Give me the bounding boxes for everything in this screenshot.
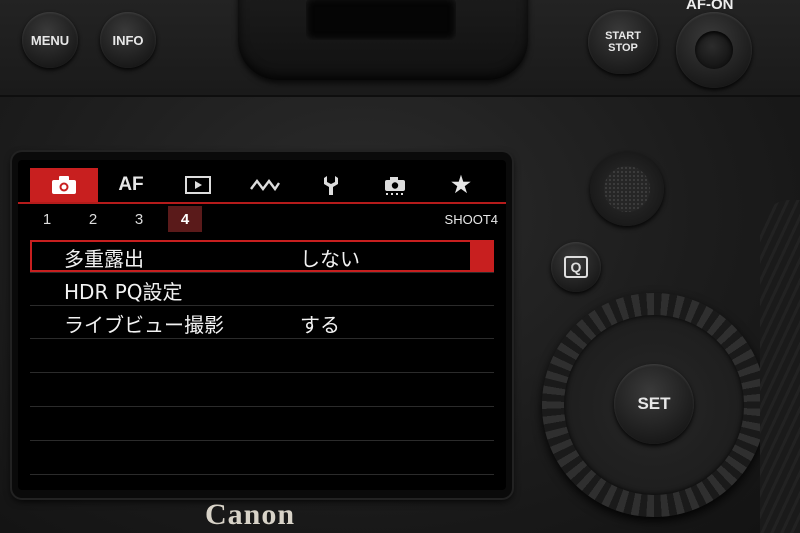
page-title: SHOOT4 [444,211,498,227]
custom-camera-icon [385,177,405,195]
wrench-icon [324,176,338,195]
start-stop-button[interactable]: START STOP [588,10,658,74]
menu-button[interactable]: MENU [22,12,78,68]
menu-empty-row [30,407,494,441]
af-on-label: AF-ON [686,0,734,13]
menu-empty-row [30,441,494,475]
page-4[interactable]: 4 [168,206,202,232]
viewfinder [238,0,528,80]
page-indicator: 1 2 3 4 SHOOT4 [18,206,506,232]
tab-af-label: AF [118,174,144,195]
menu-item-label: ライブビュー撮影 [64,313,224,337]
start-stop-label: START STOP [605,30,641,54]
viewfinder-glass [306,0,456,40]
wave-icon [250,179,280,192]
tab-playback[interactable] [173,168,223,202]
page-2[interactable]: 2 [76,206,110,232]
lcd-screen: AF ★ 1 2 3 4 SHOOT4 多重露出 しない HDR PQ設定 ライ… [18,160,506,490]
page-1[interactable]: 1 [30,206,64,232]
tab-network[interactable] [240,168,290,202]
menu-empty-row [30,373,494,407]
star-icon: ★ [451,172,471,197]
tab-setup[interactable] [306,168,356,202]
q-icon: Q [564,256,588,278]
camera-icon [52,176,76,194]
tab-shoot[interactable] [30,168,98,202]
tab-custom-functions[interactable] [370,168,420,202]
tab-af[interactable]: AF [106,168,156,202]
camera-grip [760,200,800,533]
playback-icon [185,176,211,194]
page-3[interactable]: 3 [122,206,156,232]
menu-item-label: HDR PQ設定 [64,280,183,304]
menu-tab-bar: AF ★ [18,168,506,204]
set-button[interactable]: SET [614,364,694,444]
menu-item-live-view[interactable]: ライブビュー撮影 する [30,306,494,339]
af-on-button[interactable] [676,12,752,88]
info-button[interactable]: INFO [100,12,156,68]
menu-item-label: 多重露出 [64,247,144,271]
menu-item-multiple-exposure[interactable]: 多重露出 しない [30,240,494,273]
menu-item-value: しない [300,247,360,271]
quick-control-button[interactable]: Q [551,242,601,292]
menu-empty-row [30,339,494,373]
multi-controller-joystick[interactable] [590,152,664,226]
menu-item-hdr-pq[interactable]: HDR PQ設定 [30,273,494,306]
tab-my-menu[interactable]: ★ [436,168,486,202]
brand-logo: Canon [205,498,296,531]
menu-item-value: する [300,313,340,337]
menu-list: 多重露出 しない HDR PQ設定 ライブビュー撮影 する [30,240,494,475]
